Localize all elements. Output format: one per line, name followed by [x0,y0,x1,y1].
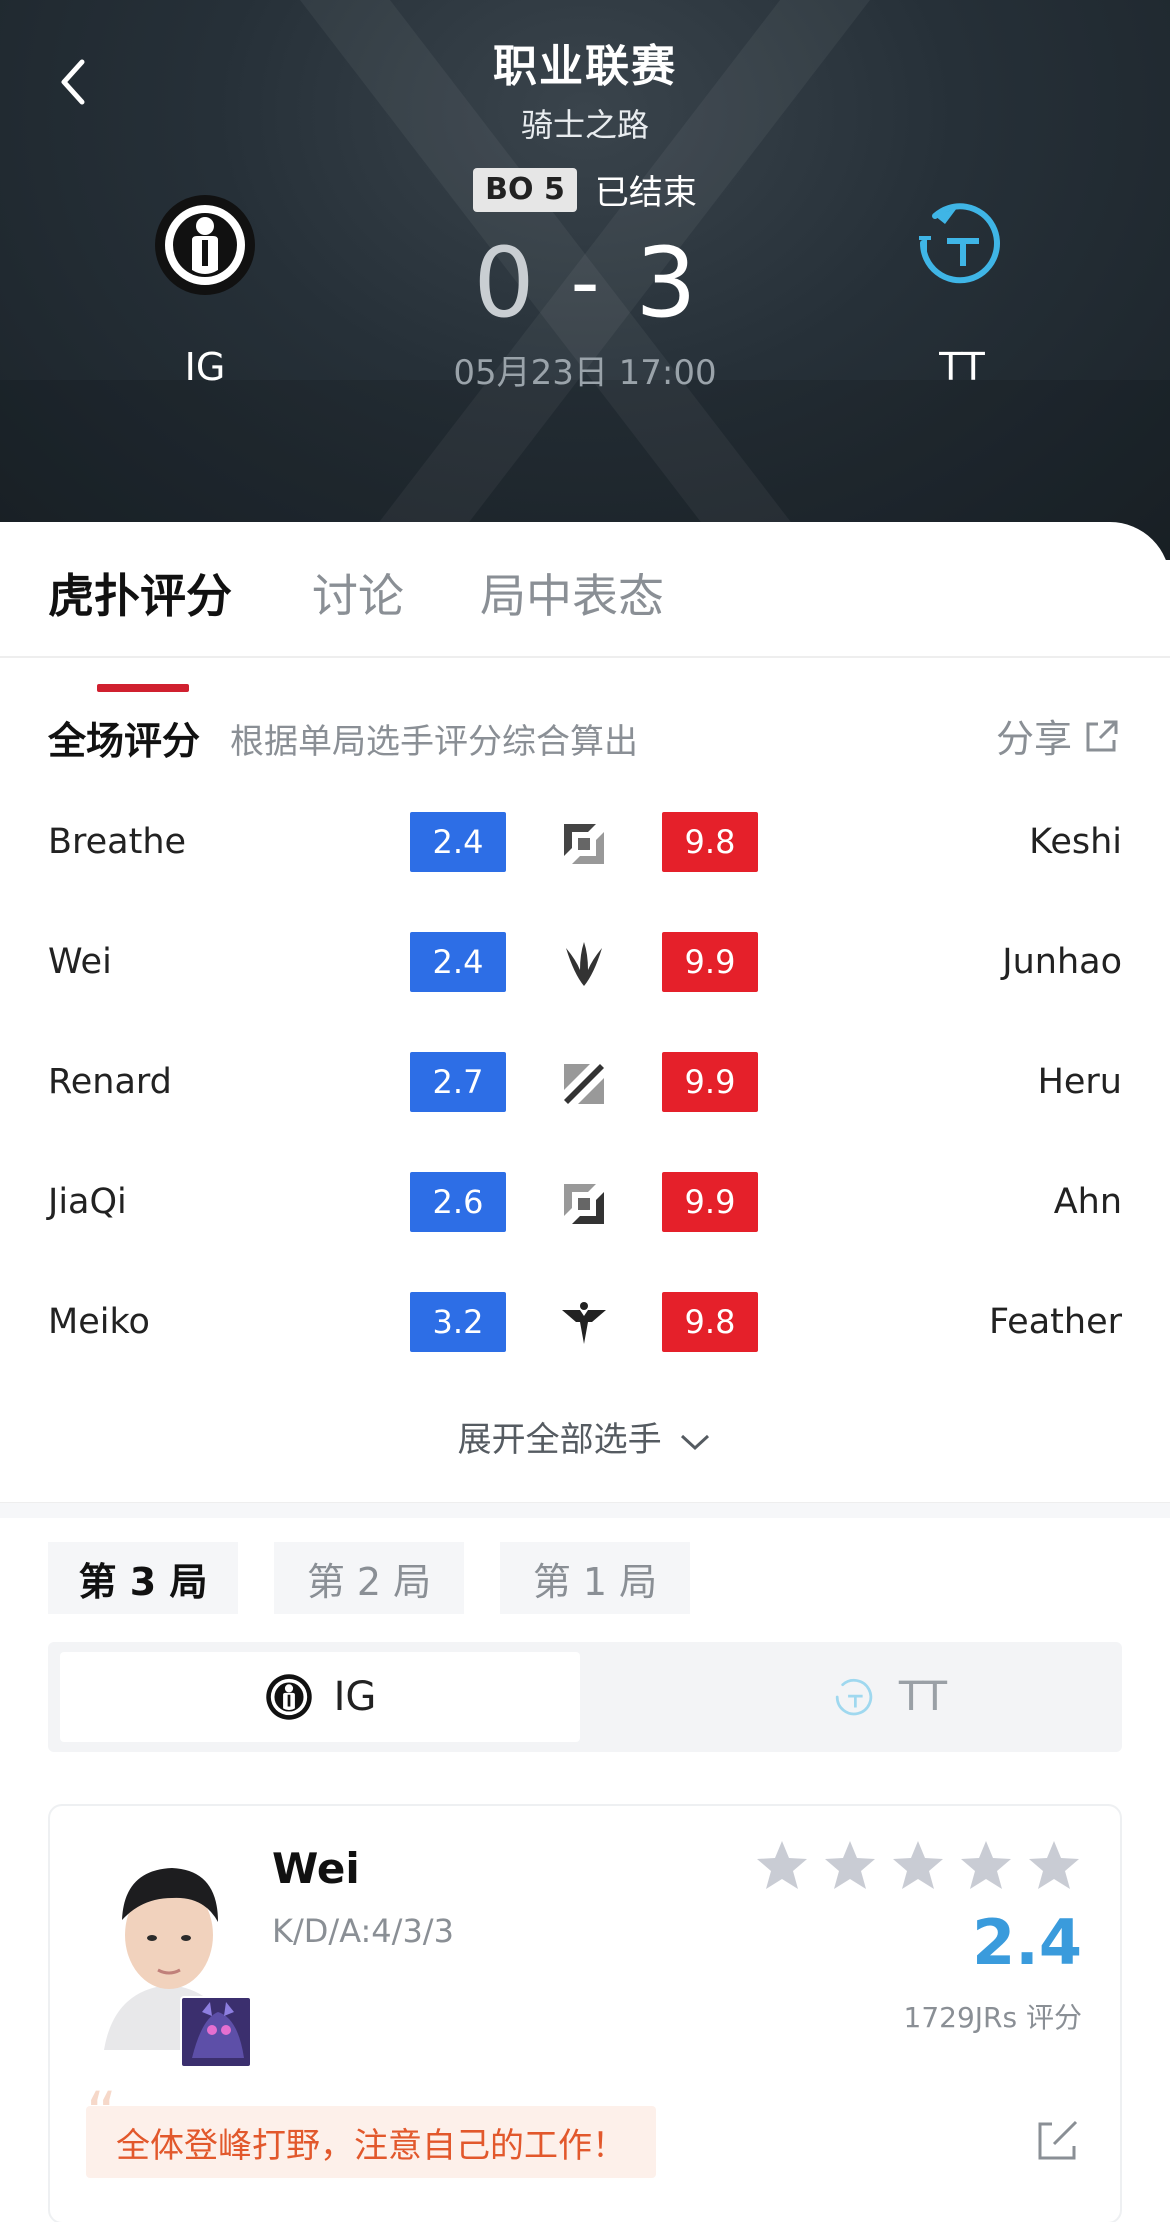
team-switch-right[interactable]: TT [628,1652,1148,1742]
player-right-score[interactable]: 9.8 [662,812,758,872]
share-button[interactable]: 分享 [996,708,1122,763]
overall-rating-desc: 根据单局选手评分综合算出 [230,722,638,762]
league-title: 职业联赛 [493,41,677,92]
chevron-down-icon [681,1434,710,1450]
rating-row: Breathe 2.4 9.8 Keshi [0,812,1170,876]
team-switch: IG TT [48,1642,1122,1752]
score-separator: - [570,236,600,329]
score-left: 0 [473,227,535,339]
player-left-name[interactable]: Renard [48,1062,172,1102]
star-icon[interactable] [754,1838,810,1894]
rating-row: Wei 2.4 9.9 Junhao [0,932,1170,996]
team-right-logo[interactable] [905,188,1015,298]
team-right-name: TT [939,345,985,389]
team-left-name: IG [184,345,226,389]
expand-all-players-button[interactable]: 展开全部选手 [0,1412,1170,1461]
tab-hupu-rating[interactable]: 虎扑评分 [48,560,232,626]
game-tabs: 第 3 局 第 2 局 第 1 局 [48,1542,690,1614]
player-left-score[interactable]: 3.2 [410,1292,506,1352]
rating-stars [754,1838,1082,1894]
team-switch-left-label: IG [333,1674,377,1720]
tab-discussion[interactable]: 讨论 [312,560,404,626]
team-switch-right-label: TT [898,1674,948,1720]
player-right-name[interactable]: Heru [1038,1062,1122,1102]
player-left-score[interactable]: 2.6 [410,1172,506,1232]
tab-game-1[interactable]: 第 1 局 [500,1542,690,1614]
expand-label: 展开全部选手 [457,1420,662,1460]
score-right: 3 [635,227,697,339]
overall-rating-title: 全场评分 [48,719,201,763]
mid-icon [564,1064,604,1104]
tab-game-3[interactable]: 第 3 局 [48,1542,238,1614]
rating-row: Renard 2.7 9.9 Heru [0,1052,1170,1116]
player-kda: K/D/A:4/3/3 [272,1912,454,1950]
share-external-icon [1086,720,1118,751]
player-left-name[interactable]: Wei [48,942,112,982]
match-status: 已结束 [594,173,697,213]
player-right-score[interactable]: 9.9 [662,1052,758,1112]
share-external-icon[interactable] [1034,2116,1082,2164]
ig-logo-icon [155,195,255,295]
rating-row: Meiko 3.2 9.8 Feather [0,1292,1170,1356]
ig-logo-icon [265,1674,312,1720]
tab-in-game-reactions[interactable]: 局中表态 [480,560,664,626]
player-left-score[interactable]: 2.4 [410,812,506,872]
share-label: 分享 [995,717,1072,761]
player-right-name[interactable]: Ahn [1054,1182,1122,1222]
tt-logo-icon [919,203,1000,284]
match-header: 职业联赛 骑士之路 BO 5 已结束 0 - 3 05月23日 17:00 IG… [0,0,1170,560]
player-right-name[interactable]: Junhao [1002,942,1122,982]
player-left-name[interactable]: Meiko [48,1302,150,1342]
bot-icon [564,1184,604,1224]
rating-count: 1729JRs 评分 [903,2001,1082,2034]
active-tab-indicator [97,684,189,692]
player-left-score[interactable]: 2.4 [410,932,506,992]
player-right-score[interactable]: 9.9 [662,932,758,992]
top-icon [564,824,604,864]
player-rating-card[interactable]: Wei K/D/A:4/3/3 2.4 1729JRs 评分 “ 全体登峰打野，… [48,1804,1122,2222]
player-right-name[interactable]: Feather [989,1302,1122,1342]
league-subtitle: 骑士之路 [520,106,649,144]
tabs-divider [0,656,1170,658]
player-name: Wei [272,1844,360,1893]
top-comment[interactable]: 全体登峰打野，注意自己的工作！ [86,2106,656,2178]
jungle-icon [566,942,602,986]
player-left-score[interactable]: 2.7 [410,1052,506,1112]
star-icon[interactable] [822,1838,878,1894]
player-left-name[interactable]: Breathe [48,822,186,862]
rating-row: JiaQi 2.6 9.9 Ahn [0,1172,1170,1236]
star-icon[interactable] [1026,1838,1082,1894]
player-left-name[interactable]: JiaQi [48,1182,127,1222]
champion-icon [180,1996,252,2068]
player-rating-score: 2.4 [972,1906,1082,1979]
player-right-score[interactable]: 9.8 [662,1292,758,1352]
player-right-name[interactable]: Keshi [1029,822,1122,862]
tab-game-2[interactable]: 第 2 局 [274,1542,464,1614]
team-left-logo[interactable] [150,190,260,300]
star-icon[interactable] [890,1838,946,1894]
main-tabs: 虎扑评分 讨论 局中表态 [0,560,1170,692]
team-switch-left[interactable]: IG [60,1652,580,1742]
section-divider [0,1502,1170,1518]
player-right-score[interactable]: 9.9 [662,1172,758,1232]
bo-badge: BO 5 [473,167,577,212]
support-icon [562,1302,606,1344]
tt-logo-icon [835,1678,873,1716]
star-icon[interactable] [958,1838,1014,1894]
content-sheet: 虎扑评分 讨论 局中表态 全场评分 根据单局选手评分综合算出 分享 Breath… [0,522,1170,2222]
